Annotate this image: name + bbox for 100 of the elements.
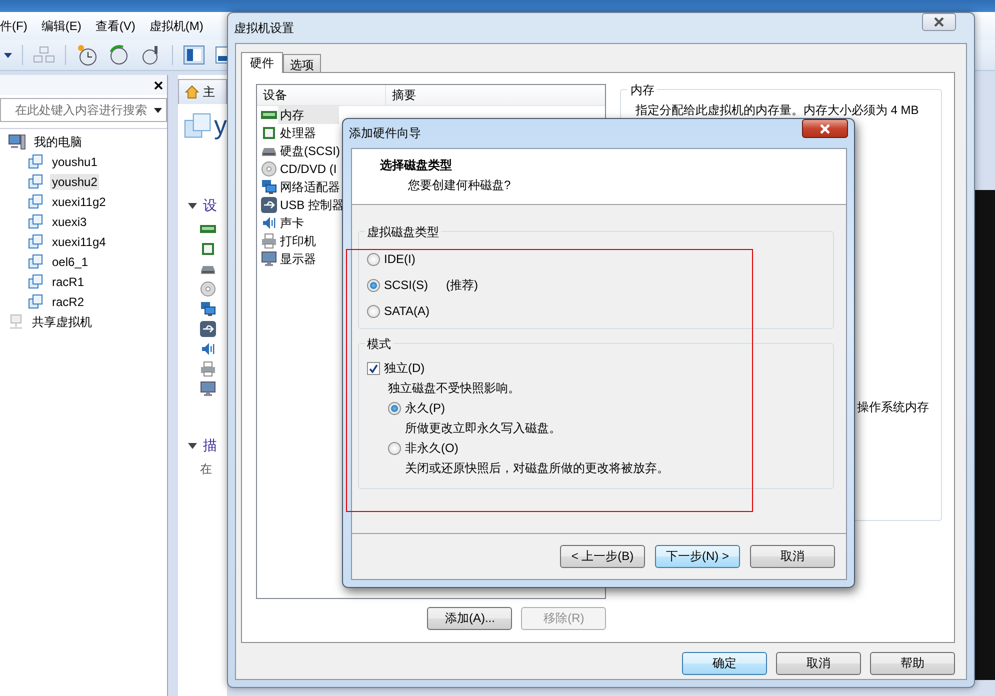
disc-icon <box>261 161 277 177</box>
dialog-button[interactable]: 确定 <box>682 652 767 675</box>
tree-item[interactable]: xuexi11g2 <box>50 194 108 210</box>
device-row[interactable]: 声卡 <box>257 214 339 232</box>
dialog-button[interactable]: 帮助 <box>870 652 955 675</box>
window-title: 添加硬件向导 <box>349 125 421 142</box>
device-name: 硬盘(SCSI) <box>280 142 340 160</box>
device-row[interactable]: 显示器 <box>257 250 339 268</box>
device-name: USB 控制器 <box>280 196 344 214</box>
collapse-triangle-icon[interactable] <box>188 203 197 209</box>
column-header[interactable]: 设备 <box>257 85 386 105</box>
memory-description: 指定分配给此虚拟机的内存量。内存大小必须为 4 MB <box>635 102 920 119</box>
tree-item[interactable]: racR1 <box>50 274 86 290</box>
dropdown-arrow-icon[interactable] <box>4 52 12 58</box>
menu-item[interactable]: 虚拟机(M) <box>149 16 204 36</box>
device-name: 显示器 <box>280 250 316 268</box>
device-name: CD/DVD (I <box>280 162 337 176</box>
virtual-machine-icon <box>28 274 44 290</box>
section-heading: 设 <box>203 197 217 215</box>
virtual-machine-icon <box>184 110 212 140</box>
monitor-icon <box>200 381 216 397</box>
close-icon <box>932 17 946 27</box>
radio-button[interactable] <box>388 442 401 454</box>
tree-item[interactable]: 我的电脑 <box>32 132 84 152</box>
network-computers-icon <box>261 179 277 195</box>
virtual-machine-icon <box>28 234 44 250</box>
wizard-subheading: 您要创建何种磁盘? <box>407 177 512 194</box>
tree-item[interactable]: xuexi11g4 <box>50 234 108 250</box>
disc-icon <box>200 281 216 297</box>
wizard-button[interactable]: < 上一步(B) <box>560 545 645 568</box>
wizard-button[interactable]: 下一步(N) > <box>655 545 740 568</box>
tree-item[interactable]: youshu2 <box>50 174 100 190</box>
radio-button[interactable] <box>367 278 380 292</box>
description-text: 在 <box>200 462 212 476</box>
section-heading: 描 <box>203 437 217 455</box>
radio-label[interactable]: SCSI(S) <box>384 278 428 292</box>
search-field[interactable]: 在此处键入内容进行搜索 <box>0 98 167 122</box>
tree-item[interactable]: oel6_1 <box>50 254 90 270</box>
virtual-machine-icon <box>28 174 44 190</box>
menu-item[interactable]: 查看(V) <box>95 16 136 36</box>
tree-item[interactable]: xuexi3 <box>50 214 89 230</box>
device-row[interactable]: 网络适配器 <box>257 178 339 196</box>
list-button[interactable]: 添加(A)... <box>427 607 512 630</box>
dialog-button[interactable]: 取消 <box>776 652 861 675</box>
close-icon[interactable] <box>154 80 163 90</box>
close-button[interactable] <box>802 119 848 138</box>
group-title: 虚拟磁盘类型 <box>365 224 441 241</box>
radio-button[interactable] <box>388 402 401 414</box>
menu-item[interactable]: 件(F) <box>0 16 28 36</box>
device-row[interactable]: CD/DVD (I <box>257 160 339 178</box>
close-icon <box>818 124 832 134</box>
tree-item[interactable]: youshu1 <box>50 154 100 170</box>
speaker-icon <box>261 215 277 231</box>
memory-note: 操作系统内存 <box>857 399 929 416</box>
vm-title: y <box>214 110 227 141</box>
device-name: 声卡 <box>280 214 304 232</box>
collapse-triangle-icon[interactable] <box>188 443 197 449</box>
checkbox-label[interactable]: 独立(D) <box>384 360 425 376</box>
computer-icon <box>8 134 26 150</box>
device-name: 处理器 <box>280 124 316 142</box>
shared-computer-icon <box>8 314 24 330</box>
radio-button[interactable] <box>367 304 380 318</box>
tab[interactable]: 选项 <box>283 54 321 72</box>
menu-item[interactable]: 编辑(E) <box>41 16 82 36</box>
radio-label[interactable]: SATA(A) <box>384 304 430 318</box>
panel-layout-icon[interactable] <box>183 45 205 65</box>
wizard-heading: 选择磁盘类型 <box>380 157 453 174</box>
virtual-machine-icon <box>28 154 44 170</box>
speaker-icon <box>200 341 216 357</box>
printer-icon <box>261 233 277 249</box>
radio-label[interactable]: 永久(P) <box>405 400 445 416</box>
virtual-machine-icon <box>28 254 44 270</box>
device-row[interactable]: 打印机 <box>257 232 339 250</box>
processor-icon <box>261 125 277 141</box>
option-description: 关闭或还原快照后，对磁盘所做的更改将被放弃。 <box>405 460 669 476</box>
device-row[interactable]: 处理器 <box>257 124 339 142</box>
house-icon <box>185 85 199 99</box>
device-row[interactable]: 硬盘(SCSI) <box>257 142 339 160</box>
column-header[interactable]: 摘要 <box>386 85 422 105</box>
monitor-icon <box>261 251 277 267</box>
tree-item[interactable]: racR2 <box>50 294 86 310</box>
wizard-button[interactable]: 取消 <box>750 545 835 568</box>
dropdown-arrow-icon[interactable] <box>154 108 162 112</box>
device-name: 内存 <box>280 106 304 124</box>
tab[interactable]: 硬件 <box>241 52 283 73</box>
virtual-machine-icon <box>28 294 44 310</box>
option-description: 所做更改立即永久写入磁盘。 <box>405 420 561 436</box>
home-tab[interactable]: 主 <box>178 79 227 104</box>
virtual-machine-icon <box>28 194 44 210</box>
radio-label[interactable]: 非永久(O) <box>405 440 458 456</box>
processor-icon <box>200 241 216 257</box>
virtual-machine-icon <box>28 214 44 230</box>
tree-item[interactable]: 共享虚拟机 <box>30 312 94 332</box>
network-computers-icon <box>200 301 216 317</box>
close-button[interactable] <box>922 13 956 31</box>
device-name: 网络适配器 <box>280 178 340 196</box>
radio-label[interactable]: IDE(I) <box>384 252 416 266</box>
radio-button[interactable] <box>367 252 380 266</box>
checkbox[interactable] <box>367 362 380 374</box>
recommended-note: (推荐) <box>446 276 478 294</box>
